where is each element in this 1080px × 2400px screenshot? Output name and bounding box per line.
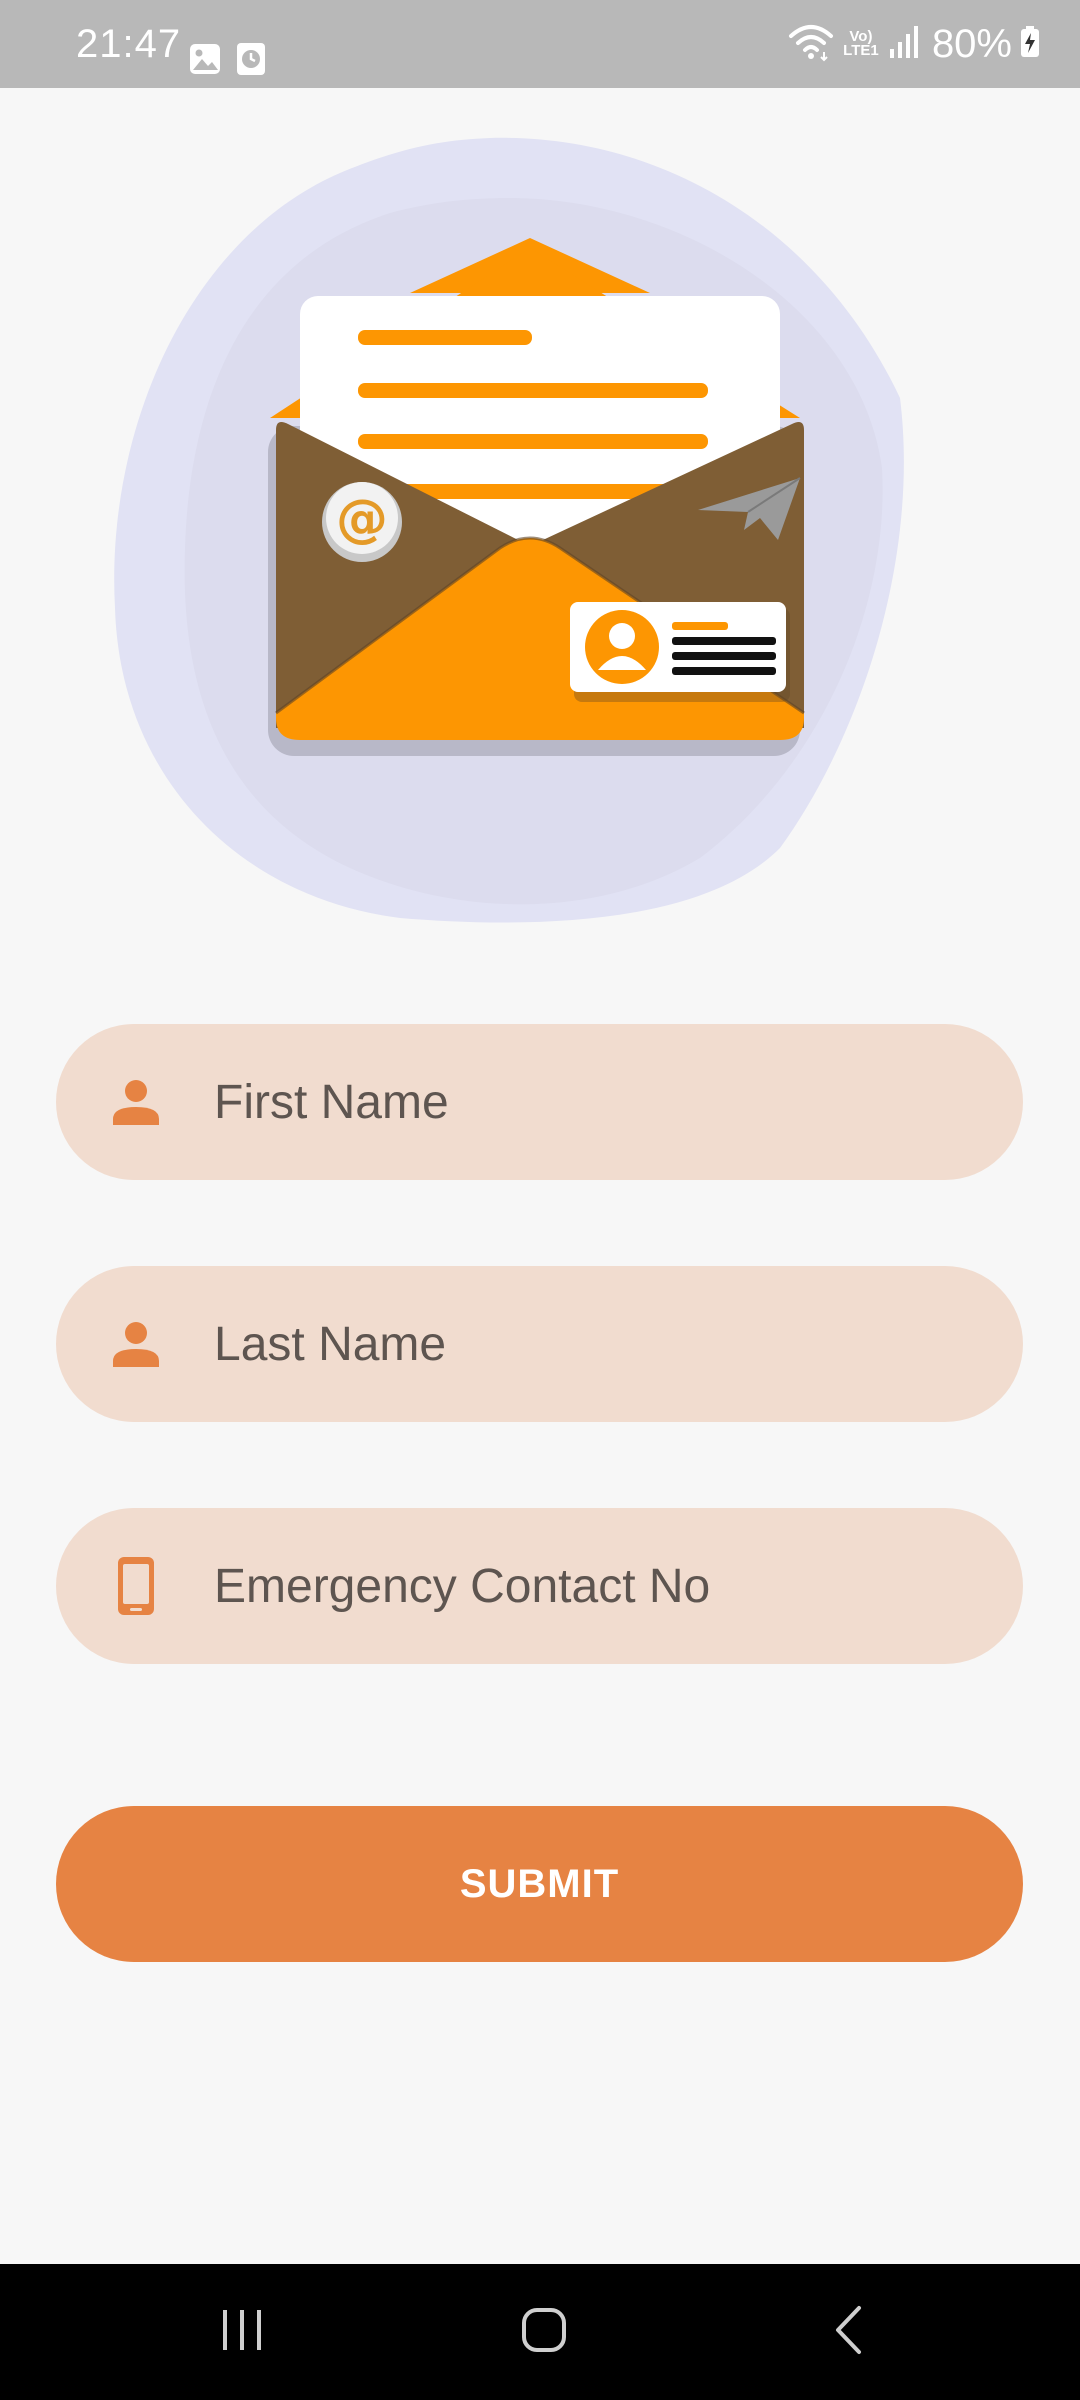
status-system-icons: Vo) LTE1 80% [788, 20, 1040, 68]
status-notification-icons [188, 42, 266, 81]
submit-button[interactable]: SUBMIT [56, 1806, 1023, 1962]
lte-icon: Vo) LTE1 [843, 28, 879, 59]
phone-icon [108, 1556, 164, 1616]
status-bar: 21:47 Vo) LTE1 80% [0, 0, 1080, 88]
signal-icon [888, 25, 918, 64]
emergency-contact-field[interactable] [56, 1508, 1023, 1664]
wifi-icon [788, 22, 834, 67]
recent-apps-button[interactable] [172, 2264, 312, 2400]
last-name-input[interactable] [214, 1266, 974, 1422]
battery-charging-icon [1020, 25, 1040, 63]
gallery-icon [188, 42, 222, 81]
email-envelope-illustration: @ [100, 128, 920, 928]
person-icon [108, 1314, 164, 1374]
person-icon [108, 1072, 164, 1132]
first-name-input[interactable] [214, 1024, 974, 1180]
back-icon [833, 2305, 863, 2360]
emergency-contact-input[interactable] [214, 1508, 974, 1664]
clock-app-icon [236, 42, 266, 81]
system-navigation-bar [0, 2264, 1080, 2400]
home-button[interactable] [474, 2264, 614, 2400]
recent-apps-icon [219, 2308, 265, 2357]
last-name-field[interactable] [56, 1266, 1023, 1422]
status-time: 21:47 [76, 22, 182, 66]
home-icon [520, 2306, 568, 2359]
first-name-field[interactable] [56, 1024, 1023, 1180]
back-button[interactable] [778, 2264, 918, 2400]
battery-percent: 80% [931, 22, 1012, 66]
svg-text:@: @ [336, 489, 388, 549]
app-screen: 21:47 Vo) LTE1 80% @ First Name Last Nam… [0, 0, 1080, 2400]
